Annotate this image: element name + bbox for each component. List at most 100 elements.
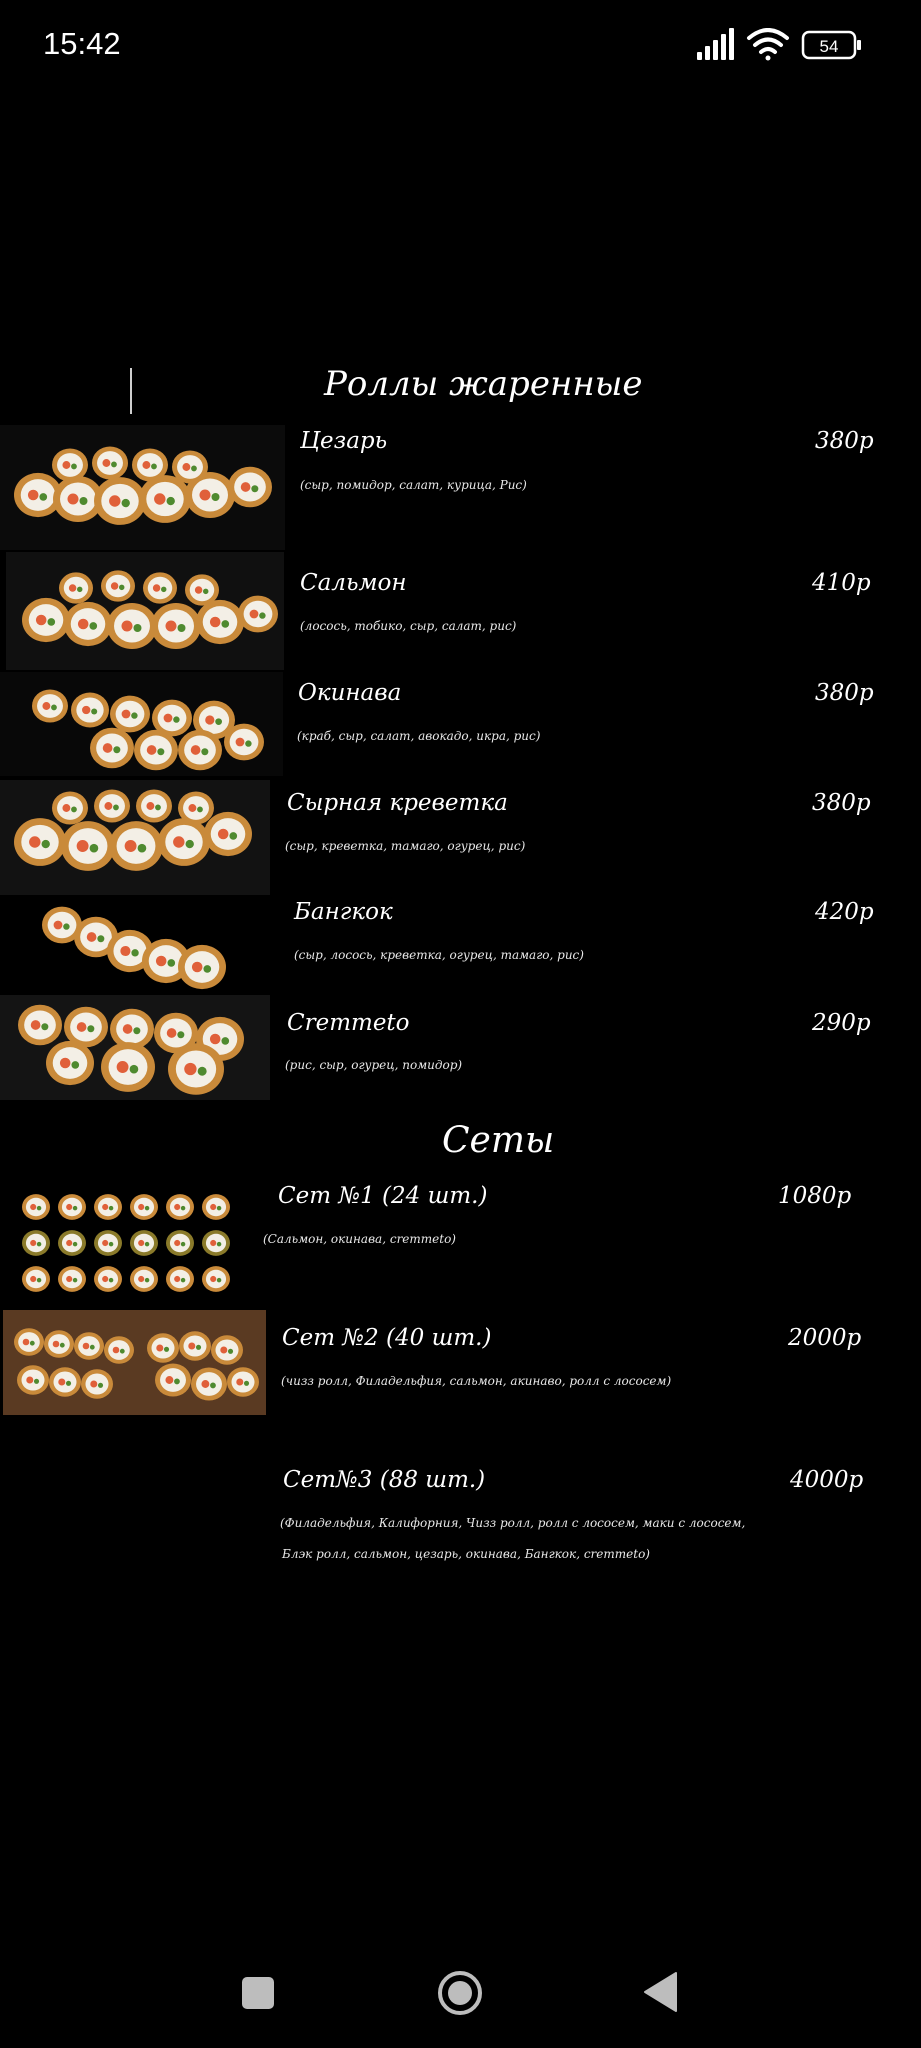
roll-filling xyxy=(79,497,88,505)
roll-filling xyxy=(138,1239,145,1247)
roll-filling xyxy=(180,1277,186,1283)
roll-filling xyxy=(124,840,137,852)
roll-filling xyxy=(62,461,71,469)
roll-filling xyxy=(174,1203,181,1211)
back-triangle-icon[interactable] xyxy=(642,1971,680,2013)
roll-filling xyxy=(166,496,175,506)
item-name-okinawa: Окинава xyxy=(298,680,402,706)
item-name-set-1: Сет №1 (24 шт.) xyxy=(278,1183,488,1209)
roll-filling xyxy=(116,1061,129,1073)
item-price-bangkok: 420р xyxy=(815,899,874,925)
roll-filling xyxy=(152,584,161,592)
item-desc-cheese-shrimp: (сыр, креветка, тамаго, огурец, рис) xyxy=(285,839,526,853)
roll-filling xyxy=(144,1241,150,1247)
roll-filling xyxy=(174,1378,180,1385)
roll-filling xyxy=(26,1376,34,1384)
roll-filling xyxy=(217,828,229,840)
home-circle-icon[interactable] xyxy=(436,1969,484,2017)
roll-filling xyxy=(72,1241,78,1247)
battery-icon: 54 xyxy=(801,30,861,60)
item-name-cremmeto: Cremmeto xyxy=(287,1010,410,1036)
item-name-bangkok: Бангкок xyxy=(294,899,393,925)
roll-filling xyxy=(194,586,203,594)
roll-filling xyxy=(51,704,57,711)
roll-filling xyxy=(68,584,77,592)
battery-level: 54 xyxy=(820,37,839,56)
roll-filling xyxy=(35,614,47,626)
roll-filling xyxy=(66,1239,73,1247)
roll-filling xyxy=(42,702,51,710)
roll-filling xyxy=(151,463,157,470)
roll-filling xyxy=(41,839,50,849)
roll-filling xyxy=(210,1239,217,1247)
roll-filling xyxy=(97,935,105,943)
roll-filling xyxy=(131,712,138,719)
roll-filling xyxy=(138,1275,145,1283)
roll-filling xyxy=(76,1022,87,1032)
roll-filling xyxy=(227,1348,234,1354)
section-title-fried-rolls: Роллы жаренные xyxy=(324,364,643,404)
roll-filling xyxy=(142,461,151,469)
roll-filling xyxy=(122,1024,133,1034)
roll-filling xyxy=(259,612,266,619)
item-desc-salmon: (лосось, тобико, сыр, салат, рис) xyxy=(300,619,517,633)
set-photo-1 xyxy=(16,1185,241,1303)
item-desc-set-1: (Сальмон, окинава, cremmeto) xyxy=(263,1232,456,1246)
roll-filling xyxy=(72,1205,78,1211)
item-name-salmon: Сальмон xyxy=(300,570,407,596)
roll-filling xyxy=(184,1062,197,1076)
roll-filling xyxy=(89,843,99,853)
item-desc-cremmeto: (рис, сыр, огурец, помидор) xyxy=(285,1058,463,1072)
roll-filling xyxy=(52,1340,60,1348)
roll-filling xyxy=(91,708,98,715)
status-time: 15:42 xyxy=(43,26,121,61)
roll-filling xyxy=(108,1241,114,1247)
roll-filling xyxy=(180,1205,186,1211)
roll-photo-cremmeto xyxy=(0,995,270,1100)
roll-filling xyxy=(30,1203,37,1211)
roll-filling xyxy=(104,802,113,810)
roll-filling xyxy=(144,1205,150,1211)
roll-photo-bangkok xyxy=(40,895,230,995)
roll-filling xyxy=(71,806,77,813)
roll-filling xyxy=(59,1342,65,1348)
roll-filling xyxy=(129,1064,139,1074)
roll-filling xyxy=(113,804,119,811)
roll-filling xyxy=(209,616,221,628)
roll-filling xyxy=(131,949,139,957)
roll-filling xyxy=(203,965,212,973)
roll-filling xyxy=(87,1025,95,1033)
roll-filling xyxy=(121,620,133,632)
item-price-caesar: 380р xyxy=(815,428,874,454)
roll-filling xyxy=(216,1277,222,1283)
roll-filling xyxy=(133,624,142,632)
roll-filling xyxy=(29,1340,35,1346)
roll-filling xyxy=(82,705,91,715)
item-price-okinawa: 380р xyxy=(815,680,874,706)
roll-filling xyxy=(156,1344,164,1352)
roll-filling xyxy=(191,465,197,472)
item-price-set-3: 4000р xyxy=(790,1467,864,1493)
roll-filling xyxy=(203,588,209,595)
roll-filling xyxy=(174,1239,181,1247)
item-name-set-2: Сет №2 (40 шт.) xyxy=(282,1325,492,1351)
item-desc-bangkok: (сыр, лосось, креветка, огурец, тамаго, … xyxy=(294,948,584,962)
roll-filling xyxy=(113,746,121,754)
item-desc-set-2: (чизз ролл, Филадельфия, сальмон, акинав… xyxy=(281,1374,672,1388)
item-price-cremmeto: 290р xyxy=(812,1010,871,1036)
roll-filling xyxy=(102,459,111,467)
recents-square-icon[interactable] xyxy=(240,1975,276,2011)
roll-filling xyxy=(154,493,166,505)
roll-filling xyxy=(108,1205,114,1211)
roll-filling xyxy=(67,493,79,505)
roll-photo-salmon xyxy=(6,552,284,670)
item-desc-set-3-line-2: Блэк ролл, сальмон, цезарь, окинава, Бан… xyxy=(282,1547,650,1561)
roll-filling xyxy=(102,1275,109,1283)
roll-filling xyxy=(119,1348,125,1354)
roll-photo-cheese-shrimp xyxy=(0,780,270,895)
roll-filling xyxy=(188,804,197,812)
roll-filling xyxy=(195,1344,202,1350)
item-name-set-3: Сет№3 (88 шт.) xyxy=(283,1467,486,1493)
roll-filling xyxy=(102,1203,109,1211)
roll-filling xyxy=(221,1037,230,1045)
